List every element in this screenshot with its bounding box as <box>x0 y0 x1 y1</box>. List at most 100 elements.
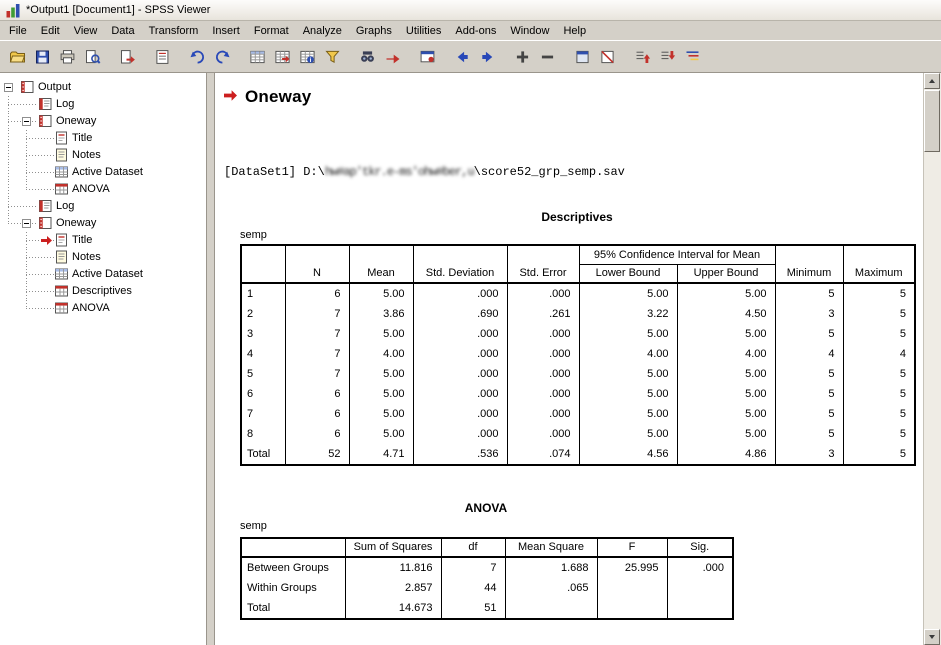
redo-button[interactable] <box>210 46 234 70</box>
tree-expander-minus[interactable] <box>22 219 31 228</box>
menu-item-format[interactable]: Format <box>247 23 296 39</box>
row-label-cell: 5 <box>241 364 285 384</box>
pane-splitter[interactable] <box>207 73 215 645</box>
folder-icon <box>9 49 26 68</box>
select-last-output-button[interactable] <box>380 46 404 70</box>
value-cell: 5.00 <box>579 384 677 404</box>
tree-item-anova[interactable]: ANOVA <box>0 300 206 317</box>
goto-case-button[interactable] <box>270 46 294 70</box>
menu-item-data[interactable]: Data <box>104 23 141 39</box>
value-cell: 1.688 <box>505 557 597 578</box>
anova-variable-label: semp <box>240 520 267 532</box>
value-cell <box>505 598 597 619</box>
tree-item-descriptives[interactable]: Descriptives <box>0 283 206 300</box>
export-output-button[interactable] <box>115 46 139 70</box>
menu-item-window[interactable]: Window <box>503 23 556 39</box>
variables-button[interactable]: i <box>295 46 319 70</box>
value-cell: .000 <box>507 324 579 344</box>
grid-info-icon: i <box>299 49 316 68</box>
tree-item-oneway[interactable]: Oneway <box>0 215 206 232</box>
tree-item-notes[interactable]: Notes <box>0 249 206 266</box>
row-label-cell: Total <box>241 598 345 619</box>
tree-item-active-dataset[interactable]: Active Dataset <box>0 164 206 181</box>
use-sets-button[interactable] <box>320 46 344 70</box>
collapse-outline-button[interactable] <box>535 46 559 70</box>
show-results-button[interactable] <box>570 46 594 70</box>
tree-item-notes[interactable]: Notes <box>0 147 206 164</box>
menu-item-add-ons[interactable]: Add-ons <box>448 23 503 39</box>
hide-results-button[interactable] <box>595 46 619 70</box>
value-cell: .000 <box>507 404 579 424</box>
title-icon <box>54 233 69 247</box>
vertical-scrollbar[interactable] <box>923 73 941 645</box>
menu-item-analyze[interactable]: Analyze <box>296 23 349 39</box>
tree-item-active-dataset[interactable]: Active Dataset <box>0 266 206 283</box>
expand-outline-button[interactable] <box>510 46 534 70</box>
print-button[interactable] <box>55 46 79 70</box>
value-cell: 5 <box>843 283 915 304</box>
value-cell: 5.00 <box>677 283 775 304</box>
output-pane: Oneway [DataSet1] D:\hw#ap'tkr.e-ms'ohw#… <box>215 73 923 645</box>
toolbar-separator <box>500 43 509 73</box>
preview-icon <box>84 49 101 68</box>
value-cell: .000 <box>507 364 579 384</box>
goto-data-button[interactable] <box>245 46 269 70</box>
col-header-sig: Sig. <box>667 538 733 557</box>
tree-item-label: Output <box>38 81 71 93</box>
value-cell: 5.00 <box>677 404 775 424</box>
value-cell: 5.00 <box>677 424 775 444</box>
anova-table[interactable]: Sum of Squares df Mean Square F Sig. Bet… <box>240 537 734 620</box>
value-cell: .000 <box>507 283 579 304</box>
stat-icon <box>54 301 69 315</box>
change-outline-size-button[interactable] <box>680 46 704 70</box>
row-label-cell: Between Groups <box>241 557 345 578</box>
tree-item-label: Notes <box>72 251 101 263</box>
tree-expander-minus[interactable] <box>4 83 13 92</box>
find-button[interactable] <box>355 46 379 70</box>
menu-item-edit[interactable]: Edit <box>34 23 67 39</box>
value-cell: 5.00 <box>579 324 677 344</box>
open-output-button[interactable] <box>5 46 29 70</box>
print-preview-button[interactable] <box>80 46 104 70</box>
redo-icon <box>214 49 231 68</box>
navigate-prev-button[interactable] <box>450 46 474 70</box>
value-cell: .261 <box>507 304 579 324</box>
descriptives-table[interactable]: N Mean Std. Deviation Std. Error 95% Con… <box>240 244 916 466</box>
menu-item-insert[interactable]: Insert <box>205 23 247 39</box>
menu-item-utilities[interactable]: Utilities <box>399 23 448 39</box>
menu-item-transform[interactable]: Transform <box>142 23 206 39</box>
menu-item-graphs[interactable]: Graphs <box>349 23 399 39</box>
navigate-next-button[interactable] <box>475 46 499 70</box>
save-button[interactable] <box>30 46 54 70</box>
tree-item-output[interactable]: Output <box>0 79 206 96</box>
scroll-up-button[interactable] <box>924 73 940 89</box>
tree-item-log[interactable]: Log <box>0 198 206 215</box>
window-red-icon <box>419 49 436 68</box>
scrollbar-thumb[interactable] <box>924 90 940 152</box>
tree-item-anova[interactable]: ANOVA <box>0 181 206 198</box>
menu-item-view[interactable]: View <box>67 23 105 39</box>
tree-item-title[interactable]: Title <box>0 130 206 147</box>
log-icon <box>38 97 53 111</box>
book-icon <box>38 216 53 230</box>
value-cell: 7 <box>285 364 349 384</box>
tree-expander-minus[interactable] <box>22 117 31 126</box>
tree-item-log[interactable]: Log <box>0 96 206 113</box>
designate-window-button[interactable] <box>415 46 439 70</box>
value-cell: .000 <box>413 324 507 344</box>
tree-connector <box>26 308 54 309</box>
demote-outline-button[interactable] <box>655 46 679 70</box>
minus-icon <box>539 49 556 68</box>
promote-outline-button[interactable] <box>630 46 654 70</box>
tree-item-oneway[interactable]: Oneway <box>0 113 206 130</box>
tree-item-title[interactable]: Title <box>0 232 206 249</box>
col-header-df: df <box>441 538 505 557</box>
col-header-mean-square: Mean Square <box>505 538 597 557</box>
undo-button[interactable] <box>185 46 209 70</box>
recall-dialogs-button[interactable] <box>150 46 174 70</box>
value-cell: 5 <box>775 404 843 424</box>
menu-item-help[interactable]: Help <box>556 23 593 39</box>
triangle-up-icon <box>929 79 935 83</box>
menu-item-file[interactable]: File <box>2 23 34 39</box>
scroll-down-button[interactable] <box>924 629 940 645</box>
